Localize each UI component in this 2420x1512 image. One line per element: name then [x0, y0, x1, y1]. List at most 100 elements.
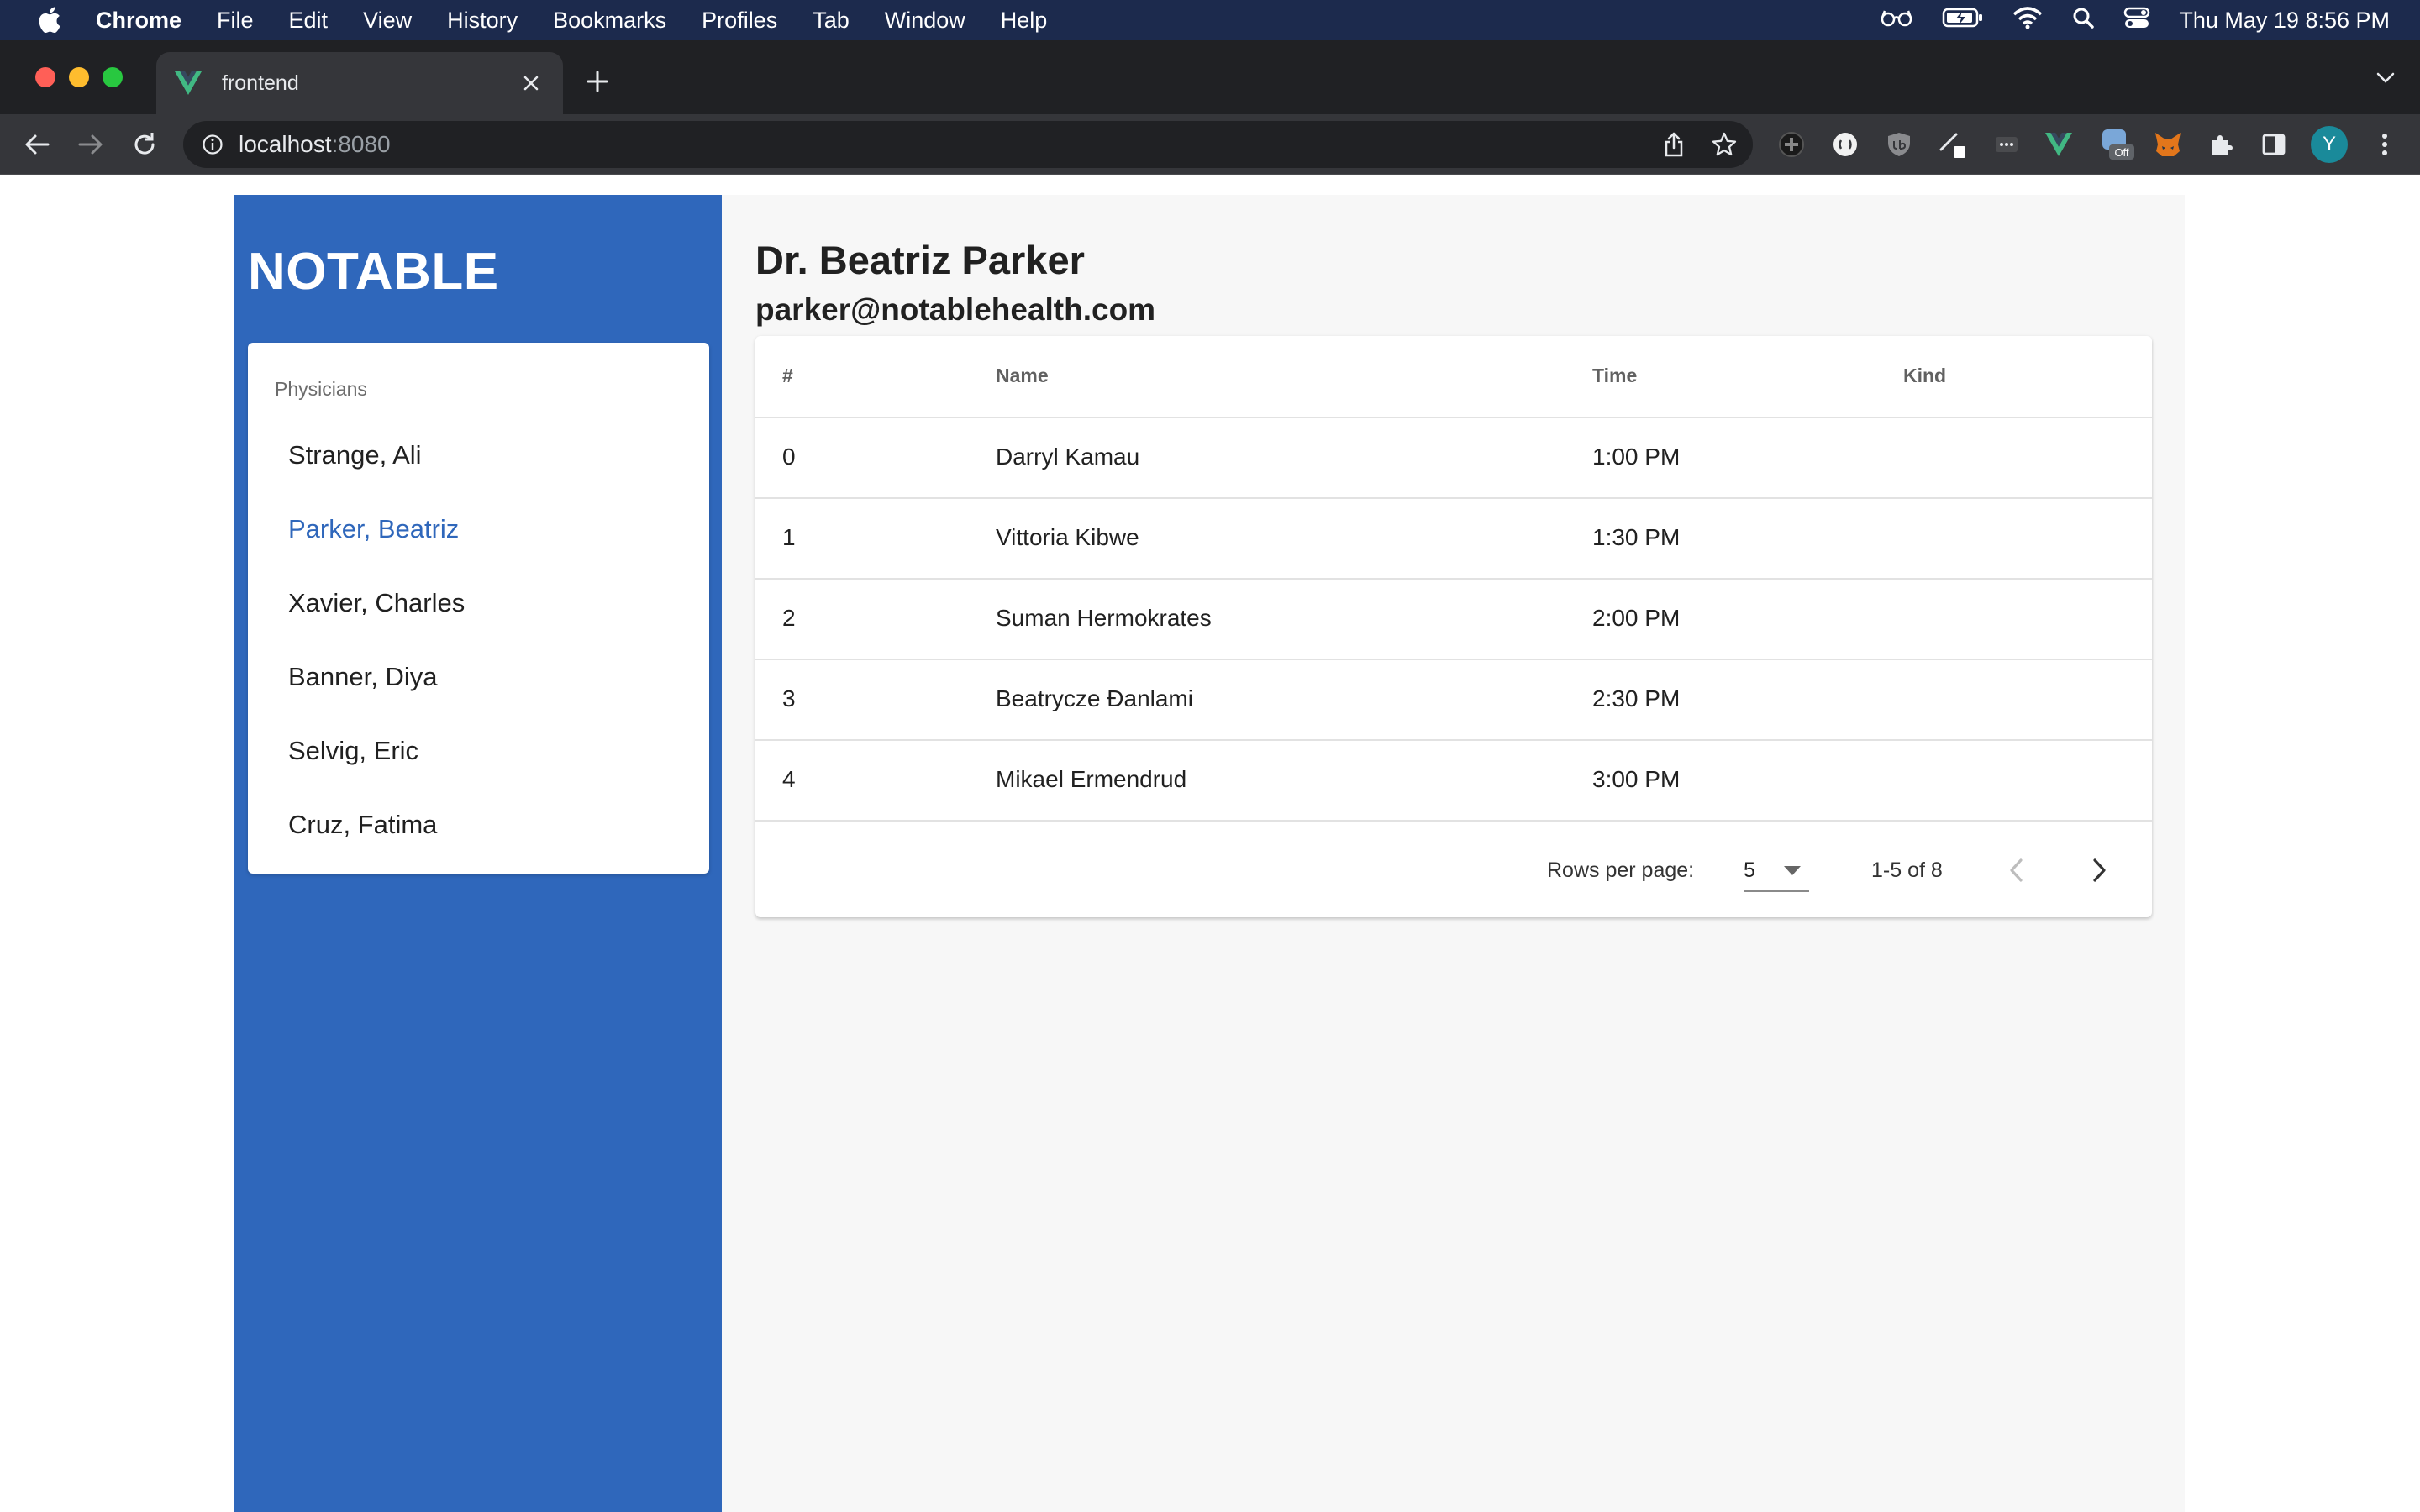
menu-history[interactable]: History: [447, 8, 518, 34]
chrome-menu-kebab-icon[interactable]: [2370, 129, 2400, 160]
cell-time: 2:00 PM: [1592, 605, 1681, 631]
menu-tab[interactable]: Tab: [813, 8, 850, 34]
physicians-list: Physicians Strange, Ali Parker, Beatriz …: [248, 343, 709, 874]
physician-item-selvig-eric[interactable]: Selvig, Eric: [288, 736, 418, 766]
menu-file[interactable]: File: [217, 8, 254, 34]
next-page-chevron-right-icon[interactable]: [2083, 853, 2117, 887]
window-close-button[interactable]: [35, 67, 55, 87]
table-pagination-footer: Rows per page: 5 1-5 of 8: [755, 820, 2152, 917]
vue-devtools-icon[interactable]: [2044, 129, 2074, 160]
cell-number: 4: [782, 766, 796, 792]
page-viewport: NOTABLE Physicians Strange, Ali Parker, …: [0, 175, 2420, 1512]
table-row[interactable]: 1 Vittoria Kibwe 1:30 PM: [755, 497, 2152, 578]
rows-per-page-value: 5: [1744, 858, 1755, 882]
browser-toolbar: localhost:8080 Off: [0, 114, 2420, 175]
pagination-range: 1-5 of 8: [1871, 858, 1943, 882]
cell-name: Darryl Kamau: [996, 444, 1140, 470]
new-tab-plus-icon[interactable]: [581, 66, 613, 97]
cell-name: Beatrycze Ðanlami: [996, 685, 1193, 711]
tab-search-chevron-down-icon[interactable]: [2373, 66, 2398, 91]
brand-logo-text: NOTABLE: [248, 243, 499, 301]
extension-dark-circle-icon[interactable]: [1776, 129, 1807, 160]
forward-arrow-icon[interactable]: [74, 128, 108, 161]
appointments-table: # Name Time Kind 0 Darryl Kamau 1:00 PM …: [755, 336, 2152, 917]
table-row[interactable]: 4 Mikael Ermendrud 3:00 PM: [755, 739, 2152, 820]
app-container: NOTABLE Physicians Strange, Ali Parker, …: [234, 195, 2185, 1512]
menu-bookmarks[interactable]: Bookmarks: [553, 8, 666, 34]
physician-item-banner-diya[interactable]: Banner, Diya: [288, 662, 438, 692]
column-header-kind[interactable]: Kind: [1903, 365, 1946, 387]
menubar-clock[interactable]: Thu May 19 8:56 PM: [2179, 8, 2390, 34]
cell-number: 0: [782, 444, 796, 470]
doctor-email: parker@notablehealth.com: [755, 292, 1156, 327]
column-header-time[interactable]: Time: [1592, 365, 1637, 387]
cell-time: 2:30 PM: [1592, 685, 1681, 711]
menu-help[interactable]: Help: [1001, 8, 1048, 34]
cell-name: Suman Hermokrates: [996, 605, 1212, 631]
doctor-name-heading: Dr. Beatriz Parker: [755, 238, 1085, 282]
cell-name: Mikael Ermendrud: [996, 766, 1187, 792]
cell-time: 3:00 PM: [1592, 766, 1681, 792]
physicians-subheader: Physicians: [275, 378, 367, 400]
cell-time: 1:00 PM: [1592, 444, 1681, 470]
extensions-puzzle-icon[interactable]: [2207, 129, 2237, 160]
extension-dots-icon[interactable]: [1991, 129, 2022, 160]
cell-number: 1: [782, 524, 796, 550]
dropdown-caret-icon: [1784, 865, 1801, 875]
window-zoom-button[interactable]: [103, 67, 123, 87]
site-info-icon[interactable]: [200, 132, 225, 157]
vue-favicon-icon: [175, 70, 202, 97]
bookmark-star-icon[interactable]: [1711, 131, 1738, 158]
window-minimize-button[interactable]: [69, 67, 89, 87]
share-icon[interactable]: [1660, 131, 1687, 158]
battery-icon[interactable]: [1942, 7, 1984, 34]
tab-title: frontend: [222, 71, 299, 95]
column-header-number[interactable]: #: [782, 365, 793, 387]
table-row[interactable]: 3 Beatrycze Ðanlami 2:30 PM: [755, 659, 2152, 739]
address-bar[interactable]: localhost:8080: [183, 121, 1753, 168]
url-host: localhost: [239, 131, 332, 157]
extension-pen-icon[interactable]: [1938, 129, 1968, 160]
physician-item-strange-ali[interactable]: Strange, Ali: [288, 440, 422, 470]
cell-number: 3: [782, 685, 796, 711]
cell-name: Vittoria Kibwe: [996, 524, 1139, 550]
rows-per-page-label: Rows per page:: [1547, 858, 1695, 882]
apple-icon[interactable]: [34, 5, 64, 35]
browser-tab-strip: frontend: [0, 40, 2420, 114]
wifi-icon[interactable]: [2012, 6, 2043, 35]
main-content: Dr. Beatriz Parker parker@notablehealth.…: [722, 195, 2185, 1512]
profile-avatar[interactable]: Y: [2311, 126, 2348, 163]
back-arrow-icon[interactable]: [20, 128, 54, 161]
table-row[interactable]: 2 Suman Hermokrates 2:00 PM: [755, 578, 2152, 659]
column-header-name[interactable]: Name: [996, 365, 1049, 387]
tab-close-icon[interactable]: [518, 70, 544, 97]
extension-off-badge-icon[interactable]: Off: [2099, 126, 2136, 163]
reload-icon[interactable]: [128, 128, 161, 161]
reader-glasses-icon[interactable]: [1880, 8, 1913, 34]
physician-item-xavier-charles[interactable]: Xavier, Charles: [288, 588, 465, 618]
url-port: :8080: [331, 131, 391, 157]
control-center-icon[interactable]: [2123, 6, 2150, 35]
rows-per-page-select[interactable]: 5: [1744, 845, 1809, 892]
metamask-fox-icon[interactable]: [2153, 129, 2183, 160]
table-row[interactable]: 0 Darryl Kamau 1:00 PM: [755, 417, 2152, 497]
url-text[interactable]: localhost:8080: [239, 131, 391, 158]
menu-profiles[interactable]: Profiles: [702, 8, 777, 34]
cell-time: 1:30 PM: [1592, 524, 1681, 550]
menu-edit[interactable]: Edit: [289, 8, 329, 34]
menu-view[interactable]: View: [363, 8, 412, 34]
menu-window[interactable]: Window: [885, 8, 965, 34]
cell-number: 2: [782, 605, 796, 631]
ublock-shield-icon[interactable]: [1884, 129, 1914, 160]
menu-app-name[interactable]: Chrome: [96, 8, 182, 34]
previous-page-chevron-left-icon[interactable]: [1999, 853, 2033, 887]
extension-white-circle-icon[interactable]: [1830, 129, 1860, 160]
side-panel-icon[interactable]: [2259, 129, 2289, 160]
browser-tab-active[interactable]: frontend: [156, 52, 563, 114]
extension-off-badge-text: Off: [2114, 146, 2128, 159]
physician-item-parker-beatriz[interactable]: Parker, Beatriz: [288, 514, 459, 544]
spotlight-search-icon[interactable]: [2071, 6, 2095, 35]
sidebar: NOTABLE Physicians Strange, Ali Parker, …: [234, 195, 722, 1512]
physician-item-cruz-fatima[interactable]: Cruz, Fatima: [288, 810, 437, 840]
macos-menu-bar: Chrome File Edit View History Bookmarks …: [0, 0, 2420, 40]
